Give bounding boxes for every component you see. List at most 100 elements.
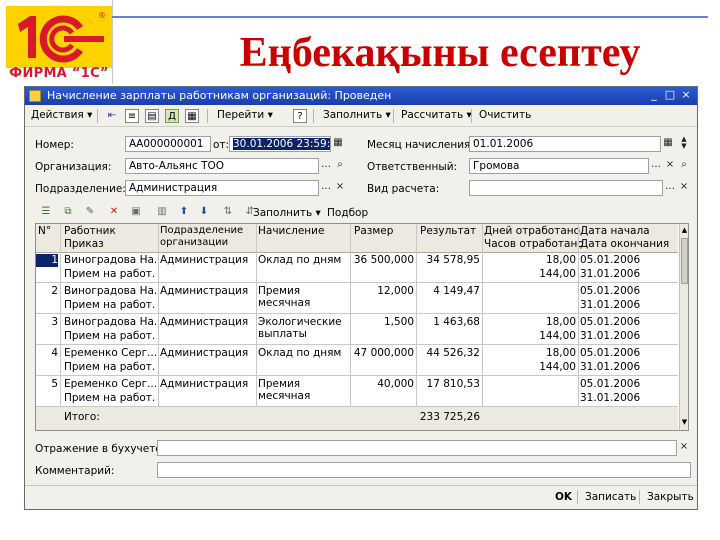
totals-row: Итого: 233 725,26 [36, 407, 678, 430]
save-button[interactable]: Записать [585, 491, 636, 503]
open-search-icon[interactable]: ⌕ [333, 158, 347, 174]
scroll-up-icon[interactable]: ▲ [680, 226, 688, 236]
comment-label: Комментарий: [35, 465, 115, 477]
cell-end-date: 31.01.2006 [580, 392, 641, 404]
reflect-field[interactable] [157, 440, 677, 456]
cell-order: Прием на работ... [64, 392, 156, 404]
dropdown-arrow-icon: ▾ [267, 109, 273, 121]
sort-ascending-icon[interactable]: ⇅ [221, 205, 235, 219]
fill-menu[interactable]: Заполнить ▾ [323, 109, 391, 121]
cell-result: 1 463,68 [433, 316, 480, 328]
main-toolbar: Действия ▾ ⇤ ≡ ▤ Д ▦ Перейти ▾ ? Заполни… [25, 106, 697, 127]
cell-result: 34 578,95 [426, 254, 480, 266]
cell-worker: Виноградова На... [64, 254, 156, 266]
open-search-icon[interactable]: ⌕ [677, 158, 691, 174]
table-row[interactable]: 5 Еременко Серг... Прием на работ... Адм… [36, 376, 678, 407]
move-up-icon[interactable]: ⬆ [177, 205, 191, 219]
select-ellipsis-icon[interactable]: … [663, 180, 677, 196]
cell-worker: Еременко Серг... [64, 378, 156, 390]
total-result: 233 725,26 [419, 411, 480, 423]
cell-result: 44 526,32 [426, 347, 480, 359]
close-button[interactable]: Закрыть [647, 491, 694, 503]
cell-accrual: Оклад по дням [258, 254, 342, 266]
table-row[interactable]: 3 Виноградова На... Прием на работ... Ад… [36, 314, 678, 345]
calendar-icon[interactable]: ▦ [331, 136, 345, 152]
clear-icon[interactable]: × [663, 158, 677, 174]
date-field[interactable]: 30.01.2006 23:59:59 [229, 136, 331, 152]
reflect-label: Отражение в бухучете: [35, 443, 166, 455]
cell-start-date: 05.01.2006 [580, 254, 641, 266]
maximize-button[interactable]: □ [663, 88, 677, 102]
number-field[interactable]: АА000000001 [125, 136, 211, 152]
col-department[interactable]: Подразделение организации [160, 225, 254, 249]
calculate-menu[interactable]: Рассчитать ▾ [401, 109, 472, 121]
finish-edit-icon[interactable]: ▣ [129, 205, 143, 219]
month-stepper[interactable]: ▲ ▼ [677, 136, 691, 152]
calc-type-label: Вид расчета: [367, 183, 440, 195]
delete-row-icon[interactable]: ✕ [107, 205, 121, 219]
comment-field[interactable] [157, 462, 691, 478]
table-header: N° Работник Приказ Подразделение организ… [36, 224, 678, 253]
col-start-date[interactable]: Дата начала [580, 225, 650, 238]
select-ellipsis-icon[interactable]: … [649, 158, 663, 174]
col-end-date[interactable]: Дата окончания [580, 238, 669, 251]
report-icon[interactable]: ▦ [185, 109, 199, 123]
cell-size: 1,500 [383, 316, 414, 328]
scroll-down-icon[interactable]: ▼ [680, 418, 688, 428]
clear-button[interactable]: Очистить [479, 109, 531, 121]
select-ellipsis-icon[interactable]: … [319, 158, 333, 174]
cell-accrual: Оклад по дням [258, 347, 342, 359]
row-number: 2 [51, 285, 58, 297]
select-ellipsis-icon[interactable]: … [319, 180, 333, 196]
cell-worker: Виноградова На... [64, 316, 156, 328]
chart-icon[interactable]: ▥ [155, 205, 169, 219]
calc-type-field[interactable] [469, 180, 663, 196]
department-label: Подразделение: [35, 183, 126, 195]
close-window-button[interactable]: × [679, 88, 693, 102]
clear-icon[interactable]: × [677, 440, 691, 456]
responsible-label: Ответственный: [367, 161, 458, 173]
cell-department: Администрация [160, 378, 249, 390]
help-icon[interactable]: ? [293, 109, 307, 123]
table-scrollbar[interactable]: ▲ ▼ [679, 224, 688, 430]
col-size[interactable]: Размер [354, 225, 393, 238]
edit-row-icon[interactable]: ✎ [83, 205, 97, 219]
minimize-button[interactable]: _ [647, 88, 661, 102]
col-days[interactable]: Дней отработано [484, 225, 580, 238]
organization-field[interactable]: Авто-Альянс ТОО [125, 158, 319, 174]
department-field[interactable]: Администрация [125, 180, 319, 196]
ok-button[interactable]: OK [555, 491, 572, 503]
pick-button[interactable]: Подбор [327, 207, 368, 219]
add-row-icon[interactable]: ☰ [39, 205, 53, 219]
responsible-field[interactable]: Громова [469, 158, 649, 174]
clear-icon[interactable]: × [333, 180, 347, 196]
col-hours[interactable]: Часов отработано [484, 238, 584, 251]
clear-icon[interactable]: × [677, 180, 691, 196]
toolbar-separator [97, 109, 98, 123]
posting-icon[interactable]: Д [165, 109, 179, 123]
col-num[interactable]: N° [38, 225, 51, 238]
col-order[interactable]: Приказ [64, 238, 104, 251]
table-row[interactable]: 4 Еременко Серг... Прием на работ... Адм… [36, 345, 678, 376]
move-down-icon[interactable]: ⬇ [197, 205, 211, 219]
month-field[interactable]: 01.01.2006 [469, 136, 661, 152]
scrollbar-thumb[interactable] [681, 238, 688, 284]
structure-icon[interactable]: ▤ [145, 109, 159, 123]
cell-accrual: Премия месячная [258, 285, 311, 309]
dropdown-arrow-icon: ▾ [315, 207, 321, 219]
table-fill-menu[interactable]: Заполнить ▾ [253, 207, 321, 219]
table-row[interactable]: 1 Виноградова На... Прием на работ... Ад… [36, 252, 678, 283]
row-number: 3 [51, 316, 58, 328]
table-row[interactable]: 2 Виноградова На... Прием на работ... Ад… [36, 283, 678, 314]
col-accrual[interactable]: Начисление [258, 225, 324, 238]
row-number: 1 [36, 254, 58, 267]
document-list-icon[interactable]: ≡ [125, 109, 139, 123]
col-worker[interactable]: Работник [64, 225, 116, 238]
goto-menu[interactable]: Перейти ▾ [217, 109, 273, 121]
calendar-icon[interactable]: ▦ [661, 136, 675, 152]
arrow-left-icon[interactable]: ⇤ [105, 109, 119, 123]
toolbar-separator [207, 109, 208, 123]
col-result[interactable]: Результат [420, 225, 476, 238]
copy-row-icon[interactable]: ⧉ [61, 205, 75, 219]
actions-menu[interactable]: Действия ▾ [31, 109, 92, 121]
